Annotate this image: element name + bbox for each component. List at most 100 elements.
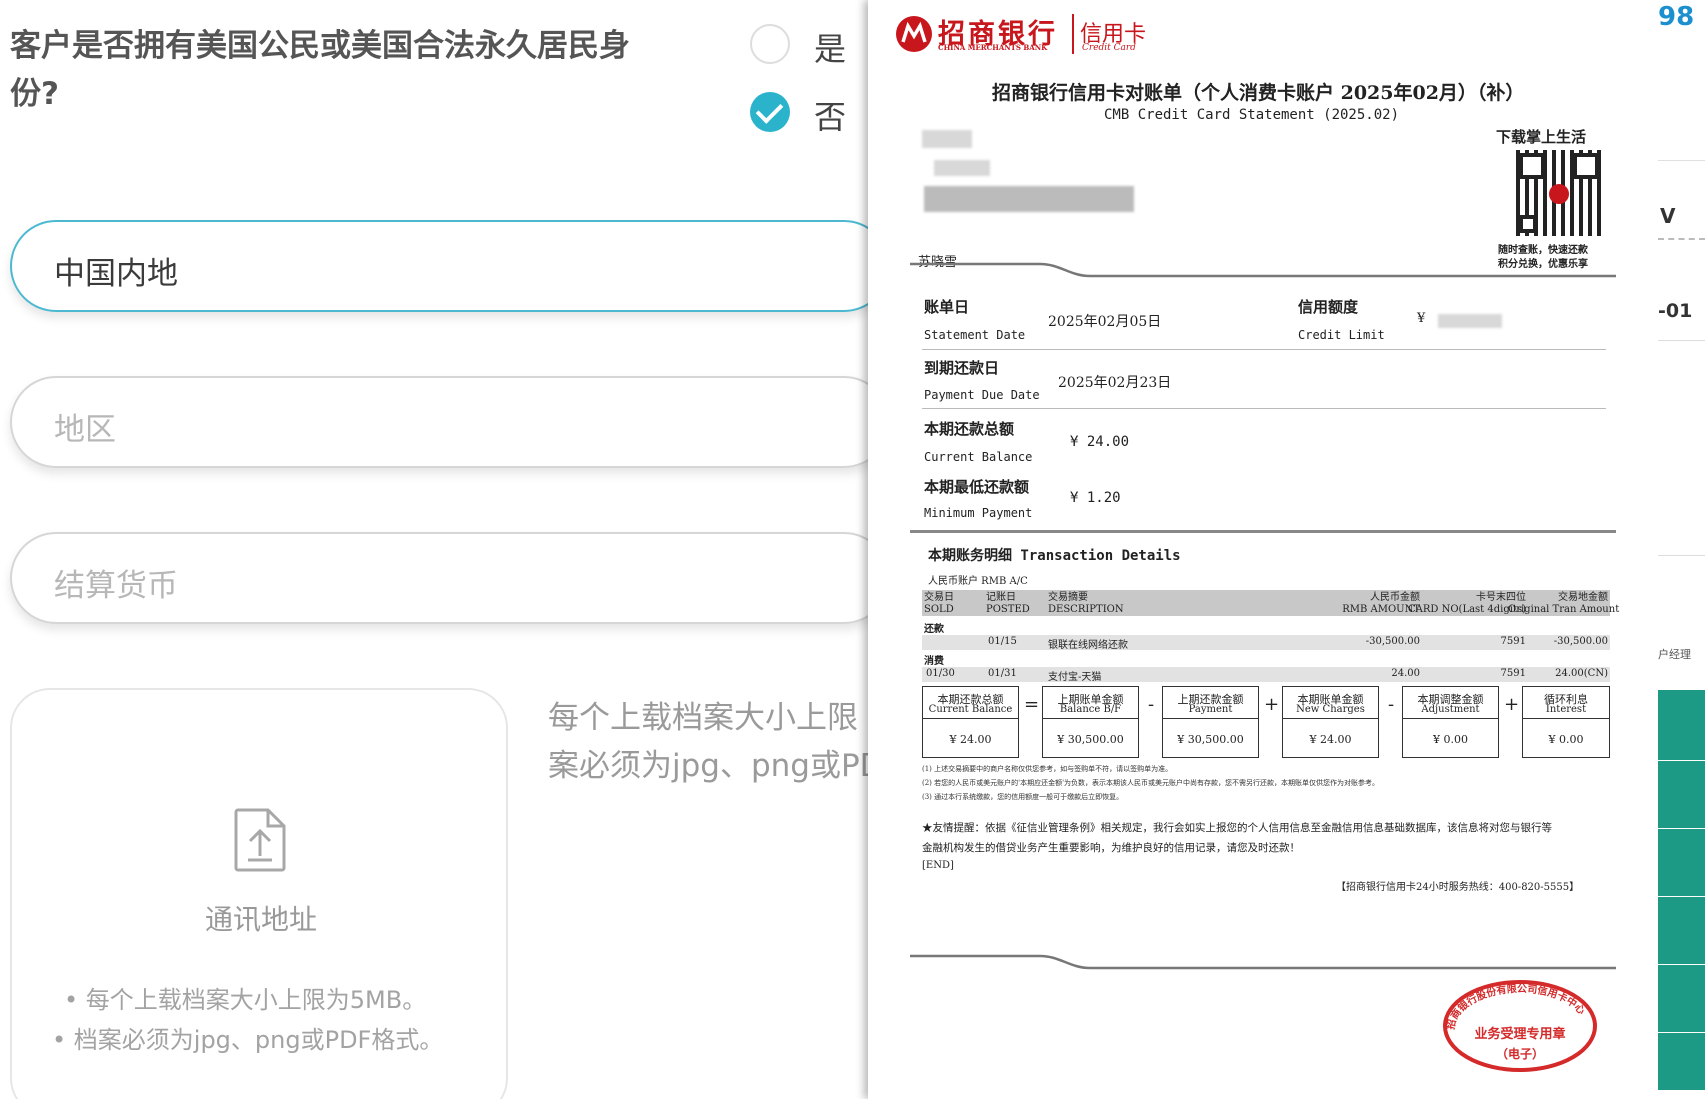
strip-divider [1658, 160, 1705, 161]
repay-posted: 01/15 [988, 636, 1017, 647]
area-input-placeholder: 地区 [54, 412, 116, 448]
spend-amount: 24.00 [1391, 668, 1420, 679]
seal-bottom-text: （电子） [1496, 1046, 1544, 1061]
repay-desc: 银联在线网络还款 [1048, 640, 1128, 651]
section-repay: 还款 [924, 624, 944, 635]
account-label: 人民币账户 RMB A/C [928, 576, 1028, 587]
statement-date: 2025年02月05日 [1048, 314, 1162, 330]
redacted-address-1 [934, 160, 990, 176]
credit-reminder-1: ★友情提醒：依据《征信业管理条例》相关规定，我行会如实上报您的个人信用信息至金融… [922, 822, 1552, 834]
min-payment: ¥ 1.20 [1070, 490, 1121, 506]
strip-divider [1658, 896, 1705, 897]
min-payment-label: 本期最低还款额 [924, 478, 1030, 496]
address-upload-dropzone[interactable]: 通讯地址 • 每个上载档案大小上限为5MB。 • 档案必须为jpg、png或PD… [10, 688, 508, 1099]
radio-no-label[interactable]: 否 [814, 92, 846, 138]
min-payment-label-en: Minimum Payment [924, 506, 1033, 520]
upload-note-format: • 档案必须为jpg、png或PDF格式。 [52, 1026, 444, 1054]
repay-orig: -30,500.00 [1553, 636, 1608, 647]
footnote-3: (3) 通过本行系统缴款，您的信用额度一般可于缴款后立即恢复。 [922, 793, 1124, 801]
upload-file-icon [234, 808, 286, 872]
details-title: 本期账务明细 Transaction Details [928, 548, 1181, 564]
us-person-question: 客户是否拥有美国公民或美国合法永久居民身份? [10, 28, 630, 112]
strip-divider [1658, 555, 1705, 556]
radio-yes[interactable] [750, 24, 790, 64]
cmb-logo-icon [896, 16, 932, 52]
current-balance: ¥ 24.00 [1070, 434, 1130, 450]
col-sold: 交易日 SOLD [924, 592, 954, 615]
summary-balance-bf: 上期账单金额 Balance B/F ¥ 30,500.00 [1042, 686, 1139, 758]
col-card-no: 卡号末四位 CARD NO(Last 4digits) [1408, 592, 1526, 615]
seal-center-text: 业务受理专用章 [1474, 1026, 1565, 1042]
row-divider [922, 408, 1606, 409]
spend-orig: 24.00(CN) [1555, 668, 1608, 679]
region-select-value: 中国内地 [54, 256, 178, 292]
strip-divider [1658, 760, 1705, 761]
brand-en: CHINA MERCHANTS BANK [938, 43, 1048, 52]
strip-fragment-2: V [1660, 204, 1676, 228]
spend-posted: 01/31 [988, 668, 1017, 679]
statement-title: 招商银行信用卡对账单（个人消费卡账户 2025年02月）（补） [992, 82, 1525, 104]
credit-reminder-2: 金融机构发生的借贷业务产生重要影响，为维护良好的信用记录，请您及时还款！ [922, 842, 1300, 854]
redacted-credit-limit [1438, 314, 1502, 328]
currency-input[interactable]: 结算货币 [10, 532, 890, 624]
region-select[interactable]: 中国内地 [10, 220, 890, 312]
summary-current-balance: 本期还款总额 Current Balance ¥ 24.00 [922, 686, 1019, 758]
section-divider [910, 262, 1616, 278]
credit-limit-currency: ¥ [1417, 311, 1426, 326]
upload-hint-line2: 案必须为jpg、png或PD [548, 748, 884, 784]
background-window-strip: 98 V -01 户经理 [1658, 0, 1705, 1099]
strip-fragment-4: 户经理 [1658, 648, 1691, 661]
due-date-label-en: Payment Due Date [924, 388, 1040, 402]
radio-no-checked-icon[interactable] [750, 92, 790, 132]
col-orig-amount: 交易地金额 Original Tran Amount [1508, 592, 1620, 615]
statement-date-label: 账单日 [924, 298, 970, 316]
summary-new-charges: 本期账单金额 New Charges ¥ 24.00 [1282, 686, 1379, 758]
qr-center-logo [1549, 184, 1569, 204]
strip-divider [1658, 964, 1705, 965]
spend-sold: 01/30 [926, 668, 955, 679]
upload-label: 通讯地址 [204, 903, 317, 936]
credit-limit-label-en: Credit Limit [1298, 328, 1385, 342]
strip-divider [1658, 340, 1705, 341]
company-seal-icon: 招商银行股份有限公司信用卡中心 业务受理专用章 （电子） [1443, 980, 1597, 1072]
operator-minus: - [1147, 694, 1155, 715]
brand-divider [1072, 14, 1074, 54]
strip-fragment-1: 98 [1658, 2, 1695, 32]
strip-fragment-3: -01 [1658, 300, 1693, 322]
hotline: 【招商银行信用卡24小时服务热线：400-820-5555】 [1336, 882, 1580, 893]
currency-input-placeholder: 结算货币 [54, 568, 178, 604]
radio-yes-label[interactable]: 是 [814, 24, 846, 70]
footnote-1: (1) 上述交易摘要中的商户名称仅供您参考，如与签购单不符，请以签购单为准。 [922, 765, 1173, 773]
repay-amount: -30,500.00 [1365, 636, 1420, 647]
section-divider-2 [910, 530, 1616, 533]
strip-divider [1658, 1032, 1705, 1033]
operator-minus: - [1387, 694, 1395, 715]
col-description: 交易摘要 DESCRIPTION [1048, 592, 1124, 615]
spend-desc: 支付宝-天猫 [1048, 672, 1102, 683]
col-posted: 记账日 POSTED [986, 592, 1030, 615]
operator-equals: = [1024, 694, 1040, 715]
redacted-name [922, 130, 972, 148]
app-promo: 下载掌上生活 [1496, 128, 1587, 146]
section-spend: 消费 [924, 656, 944, 667]
bottom-divider [910, 954, 1616, 970]
due-date-label: 到期还款日 [924, 359, 1000, 377]
end-marker: [END] [922, 860, 954, 871]
due-date: 2025年02月23日 [1058, 375, 1172, 391]
credit-card-statement: 招商银行 CHINA MERCHANTS BANK 信用卡 Credit Car… [868, 0, 1658, 1099]
strip-dashed [1658, 238, 1705, 240]
row-divider [922, 349, 1606, 350]
current-balance-label-en: Current Balance [924, 450, 1033, 464]
summary-adjustment: 本期调整金额 Adjustment ¥ 0.00 [1402, 686, 1499, 758]
operator-plus: + [1504, 694, 1520, 715]
strip-divider [1658, 828, 1705, 829]
credit-limit-label: 信用额度 [1298, 298, 1359, 316]
upload-hint-line1: 每个上载档案大小上限 [548, 700, 858, 736]
redacted-address-2 [924, 186, 1134, 212]
summary-payment: 上期还款金额 Payment ¥ 30,500.00 [1162, 686, 1259, 758]
statement-title-en: CMB Credit Card Statement (2025.02) [1104, 107, 1400, 123]
area-input[interactable]: 地区 [10, 376, 890, 468]
upload-note-size: • 每个上载档案大小上限为5MB。 [64, 986, 427, 1014]
application-form: 客户是否拥有美国公民或美国合法永久居民身份? 是 否 中国内地 地区 结算货币 … [0, 0, 890, 1099]
current-balance-label: 本期还款总额 [924, 420, 1015, 438]
